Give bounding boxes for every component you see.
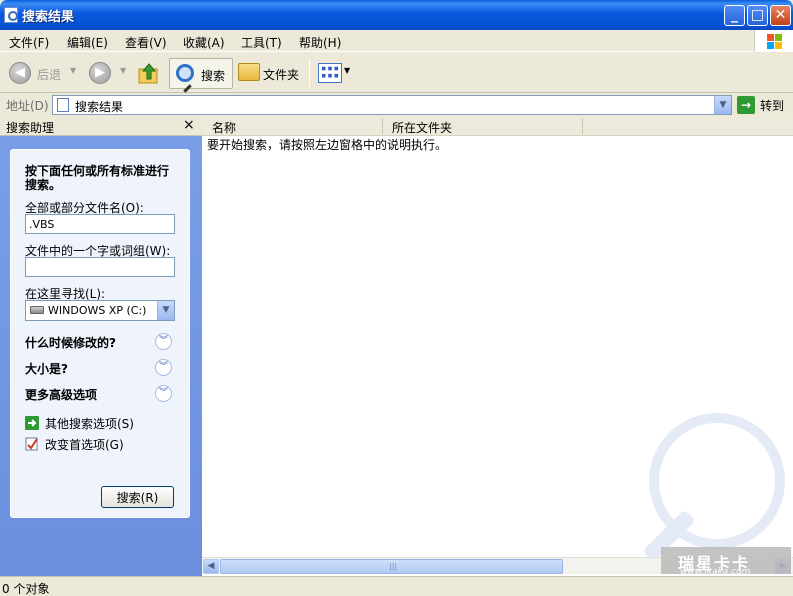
search-criteria-panel: 按下面任何或所有标准进行搜索。 全部或部分文件名(O): 文件中的一个字或词组(…: [10, 149, 190, 518]
menu-favorites[interactable]: 收藏(A): [183, 34, 225, 51]
search-assistant-pane: 搜索助理 × 按下面任何或所有标准进行搜索。 全部或部分文件名(O): 文件中的…: [0, 116, 202, 576]
advanced-options-label[interactable]: 更多高级选项: [25, 386, 97, 403]
search-results-icon: [4, 7, 18, 23]
search-assistant-header: 搜索助理 ×: [0, 116, 202, 136]
menu-file[interactable]: 文件(F): [9, 34, 49, 51]
folders-button-label[interactable]: 文件夹: [263, 66, 299, 83]
scroll-left-icon[interactable]: ◀: [203, 559, 219, 574]
back-dropdown-icon[interactable]: ▼: [70, 66, 76, 75]
views-icon[interactable]: [318, 63, 342, 83]
size-label[interactable]: 大小是?: [25, 360, 68, 377]
close-pane-icon[interactable]: ×: [183, 117, 195, 133]
maximize-button[interactable]: □: [747, 5, 768, 26]
menu-tools[interactable]: 工具(T): [241, 34, 282, 51]
menu-help[interactable]: 帮助(H): [299, 34, 341, 51]
go-arrow-icon[interactable]: →: [737, 96, 755, 114]
go-button-label[interactable]: 转到: [760, 97, 784, 114]
address-dropdown-icon[interactable]: ▼: [714, 96, 731, 114]
phrase-input[interactable]: [25, 257, 175, 277]
folder-icon[interactable]: [238, 63, 260, 81]
search-button-label: 搜索: [201, 69, 226, 83]
preferences-icon: [25, 437, 38, 451]
change-preferences-link[interactable]: 改变首选项(G): [45, 436, 124, 453]
back-arrow-icon[interactable]: ◀: [9, 62, 31, 84]
status-bar: 0 个对象: [0, 576, 793, 596]
filename-input[interactable]: [25, 214, 175, 234]
toolbar: ◀ 后退 ▼ ▶ ▼ 搜索 文件夹 ▼: [0, 53, 793, 93]
expand-when-modified-icon[interactable]: ︾: [155, 333, 172, 350]
search-submit-button[interactable]: 搜索(R): [101, 486, 174, 508]
menu-view[interactable]: 查看(V): [125, 34, 167, 51]
menu-edit[interactable]: 编辑(E): [67, 34, 108, 51]
search-instructions: 按下面任何或所有标准进行搜索。: [25, 164, 170, 192]
magnifier-icon: [176, 64, 194, 93]
address-value[interactable]: 搜索结果: [75, 98, 123, 115]
hard-drive-icon: [30, 306, 44, 314]
forward-dropdown-icon[interactable]: ▼: [120, 66, 126, 75]
column-folder[interactable]: 所在文件夹: [392, 119, 452, 136]
search-assistant-title: 搜索助理: [6, 121, 55, 135]
forward-arrow-icon[interactable]: ▶: [89, 62, 111, 84]
column-divider[interactable]: [382, 118, 383, 134]
lookin-select[interactable]: WINDOWS XP (C:) ▼: [25, 300, 175, 321]
expand-advanced-icon[interactable]: ︾: [155, 385, 172, 402]
scroll-thumb[interactable]: |||: [220, 559, 563, 574]
green-arrow-icon: [25, 416, 39, 430]
address-bar: 地址(D) 搜索结果 ▼ → 转到: [0, 94, 793, 116]
lookin-value: WINDOWS XP (C:): [48, 304, 147, 317]
views-dropdown-icon[interactable]: ▼: [344, 66, 350, 75]
windows-logo-icon: [754, 30, 793, 52]
minimize-button[interactable]: _: [724, 5, 745, 26]
title-bar: 搜索结果 _ □ ✕: [0, 0, 793, 30]
when-modified-label[interactable]: 什么时候修改的?: [25, 334, 116, 351]
address-field[interactable]: 搜索结果 ▼: [52, 95, 732, 115]
expand-size-icon[interactable]: ︾: [155, 359, 172, 376]
column-headers: 名称 所在文件夹: [202, 116, 793, 136]
results-hint: 要开始搜索，请按照左边窗格中的说明执行。: [207, 138, 448, 152]
window-title: 搜索结果: [22, 10, 75, 25]
status-text: 0 个对象: [2, 582, 50, 596]
results-pane: 名称 所在文件夹 要开始搜索，请按照左边窗格中的说明执行。 ◀ ||| ▶ 瑞星…: [202, 116, 793, 577]
menu-bar: 文件(F) 编辑(E) 查看(V) 收藏(A) 工具(T) 帮助(H): [0, 30, 793, 52]
address-label: 地址(D): [6, 99, 49, 113]
back-button-label[interactable]: 后退: [37, 66, 61, 83]
close-button[interactable]: ✕: [770, 5, 791, 26]
chevron-down-icon[interactable]: ▼: [157, 301, 174, 320]
search-results-icon: [57, 98, 69, 112]
other-search-options-link[interactable]: 其他搜索选项(S): [45, 415, 134, 432]
column-name[interactable]: 名称: [212, 119, 236, 136]
column-divider[interactable]: [582, 118, 583, 134]
search-button[interactable]: 搜索: [169, 58, 233, 93]
toolbar-separator: [309, 59, 310, 87]
up-folder-icon[interactable]: [137, 61, 161, 85]
